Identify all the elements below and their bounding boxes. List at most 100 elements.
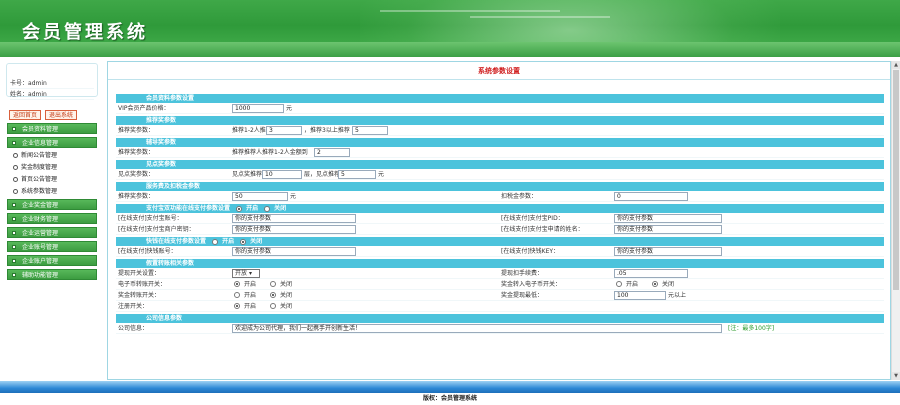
alipay-name-label: [在线支付]支付宝申请的姓名： xyxy=(501,226,584,233)
nav-bullet-icon xyxy=(12,273,16,277)
scroll-down-icon[interactable]: ▼ xyxy=(892,372,900,380)
nav-bullet-icon xyxy=(12,203,16,207)
ecoin-off-radio[interactable] xyxy=(270,281,276,287)
form-row: 提现开关设置： 开放 ▾ 提现扣手续费： .05 xyxy=(116,268,884,279)
alipay-account-label: [在线支付]支付宝账号： xyxy=(118,215,183,222)
reg-off-label: 关闭 xyxy=(280,303,293,310)
settings-form: 会员资料参数设置 VIP会员产品价格： 1000 元 推荐奖参数 推荐奖参数： … xyxy=(116,92,884,334)
reg-label: 注册开关： xyxy=(118,303,149,310)
circle-icon xyxy=(13,177,18,182)
form-row: [在线支付]快钱账号： 你的支付参数 [在线支付]快钱KEY： 你的支付参数 xyxy=(116,246,884,257)
kq-on-radio[interactable] xyxy=(212,239,219,245)
nav-item-account[interactable]: 企业账号管理 xyxy=(7,241,97,252)
see-input-1[interactable]: 10 xyxy=(262,170,302,179)
nav-item-operation[interactable]: 企业运营管理 xyxy=(7,227,97,238)
vip-label: VIP会员产品价格： xyxy=(118,105,170,112)
fee-input[interactable]: 50 xyxy=(232,192,288,201)
nav-item-company-info[interactable]: 企业信息管理 xyxy=(7,137,97,148)
reg-on-label: 开启 xyxy=(244,303,257,310)
circle-icon xyxy=(13,165,18,170)
main-scrollbar[interactable]: ▲ ▼ xyxy=(891,61,900,380)
see-input-2[interactable]: 5 xyxy=(338,170,376,179)
eb-on-radio[interactable] xyxy=(616,281,622,287)
sidebar-nav: 会员资料管理 企业信息管理 新闻公告管理 奖金制度管理 首页公告管理 系统参数管… xyxy=(7,123,97,283)
home-button[interactable]: 返回首页 xyxy=(9,110,42,120)
reg-on-radio[interactable] xyxy=(234,303,240,309)
tax-label: 扣税金参数： xyxy=(501,193,538,200)
kq-off-radio[interactable] xyxy=(240,239,247,245)
kq-account-input[interactable]: 你的支付参数 xyxy=(232,247,356,256)
bonus-on-radio[interactable] xyxy=(234,292,240,298)
nav-item-account-2[interactable]: 企业账户管理 xyxy=(7,255,97,266)
kq-on-label: 开启 xyxy=(222,238,235,245)
company-info-input[interactable]: 欢迎成为公司代理，我们一起携手开创新生活！ xyxy=(232,324,722,333)
rec-input-1[interactable]: 3 xyxy=(266,126,302,135)
nav-sub-bonus-rules[interactable]: 奖金制度管理 xyxy=(7,163,97,173)
alipay-name-input[interactable]: 你的支付参数 xyxy=(614,225,722,234)
form-row: 推荐奖参数： 推荐1-2人推荐 3 ，推荐3以上推荐 5 xyxy=(116,125,884,136)
nav-sub-system-params[interactable]: 系统参数管理 xyxy=(7,187,97,197)
app-header: 会员管理系统 xyxy=(0,0,900,57)
page-title: 系统参数设置 xyxy=(108,62,890,80)
circle-icon xyxy=(13,189,18,194)
nav-item-bonus[interactable]: 企业奖金管理 xyxy=(7,199,97,210)
bonus-off-radio[interactable] xyxy=(270,292,276,298)
tut-label: 推荐奖参数： xyxy=(118,149,155,156)
alipay-on-radio[interactable] xyxy=(236,206,243,212)
form-row: 推荐奖参数： 推荐推荐人推荐1-2人金额到 2 xyxy=(116,147,884,158)
tr-switch-select[interactable]: 开放 ▾ xyxy=(232,269,260,278)
main-panel: 系统参数设置 会员资料参数设置 VIP会员产品价格： 1000 元 推荐奖参数 … xyxy=(107,61,891,380)
form-row: 公司信息： 欢迎成为公司代理，我们一起携手开创新生活！ [注：最多100字] xyxy=(116,323,884,334)
section-company: 公司信息参数 xyxy=(116,314,884,323)
footer-bar xyxy=(0,381,900,393)
rec-input-2[interactable]: 5 xyxy=(352,126,388,135)
tr-fee-input[interactable]: .05 xyxy=(614,269,688,278)
kq-key-input[interactable]: 你的支付参数 xyxy=(614,247,722,256)
alipay-pid-input[interactable]: 你的支付参数 xyxy=(614,214,722,223)
see-unit: 元 xyxy=(378,171,385,178)
ecoin-label: 电子币转账开关： xyxy=(118,281,167,288)
tut-text-1: 推荐推荐人推荐1-2人金额到 xyxy=(232,149,308,156)
company-note: [注：最多100字] xyxy=(728,325,775,332)
logout-button[interactable]: 退出系统 xyxy=(45,110,78,120)
rec-text-2: ，推荐3以上推荐 xyxy=(304,127,350,134)
kq-account-label: [在线支付]快钱账号： xyxy=(118,248,177,255)
form-row: 电子币转账开关： 开启 关闭 奖金转入电子币开关： 开启 关闭 xyxy=(116,279,884,290)
form-row: [在线支付]支付宝账号： 你的支付参数 [在线支付]支付宝PID： 你的支付参数 xyxy=(116,213,884,224)
form-row: 推荐奖参数： 50 元 扣税金参数： 0 xyxy=(116,191,884,202)
fee-label: 推荐奖参数： xyxy=(118,193,155,200)
section-service-fee: 服务费及扣税金参数 xyxy=(116,182,884,191)
tax-input[interactable]: 0 xyxy=(614,192,688,201)
card-label: 卡号： xyxy=(10,80,29,87)
nav-item-finance[interactable]: 企业财务管理 xyxy=(7,213,97,224)
nav-item-aux[interactable]: 辅助功能管理 xyxy=(7,269,97,280)
footer-copyright: 版权：会员管理系统 xyxy=(422,395,477,402)
nav-bullet-icon xyxy=(12,245,16,249)
name-value: admin xyxy=(28,91,47,98)
nav-label: 会员资料管理 xyxy=(22,126,59,133)
nav-sub-news[interactable]: 新闻公告管理 xyxy=(7,151,97,161)
nav-label: 辅助功能管理 xyxy=(22,272,59,279)
alipay-key-input[interactable]: 你的支付参数 xyxy=(232,225,356,234)
user-card: 卡号：admin 姓名：admin xyxy=(6,63,98,100)
bonus-off-label: 关闭 xyxy=(280,292,293,299)
nav-label: 企业账户管理 xyxy=(22,258,59,265)
ecoin-on-radio[interactable] xyxy=(234,281,240,287)
form-row: 注册开关： 开启 关闭 xyxy=(116,301,884,312)
nav-item-member[interactable]: 会员资料管理 xyxy=(7,123,97,134)
bmin-input[interactable]: 100 xyxy=(614,291,666,300)
alipay-off-radio[interactable] xyxy=(264,206,271,212)
section-kuaiqian: 快钱在线支付参数设置 开启 关闭 xyxy=(116,237,884,246)
eb-off-radio[interactable] xyxy=(652,281,658,287)
rec-label: 推荐奖参数： xyxy=(118,127,155,134)
reg-off-radio[interactable] xyxy=(270,303,276,309)
scroll-thumb[interactable] xyxy=(893,70,899,290)
nav-label: 新闻公告管理 xyxy=(21,152,58,159)
section-seepoint: 见点奖参数 xyxy=(116,160,884,169)
tut-input-1[interactable]: 2 xyxy=(314,148,350,157)
scroll-up-icon[interactable]: ▲ xyxy=(892,61,900,69)
nav-sub-home-notice[interactable]: 首页公告管理 xyxy=(7,175,97,185)
vip-price-input[interactable]: 1000 xyxy=(232,104,284,113)
section-recommend: 推荐奖参数 xyxy=(116,116,884,125)
alipay-account-input[interactable]: 你的支付参数 xyxy=(232,214,356,223)
